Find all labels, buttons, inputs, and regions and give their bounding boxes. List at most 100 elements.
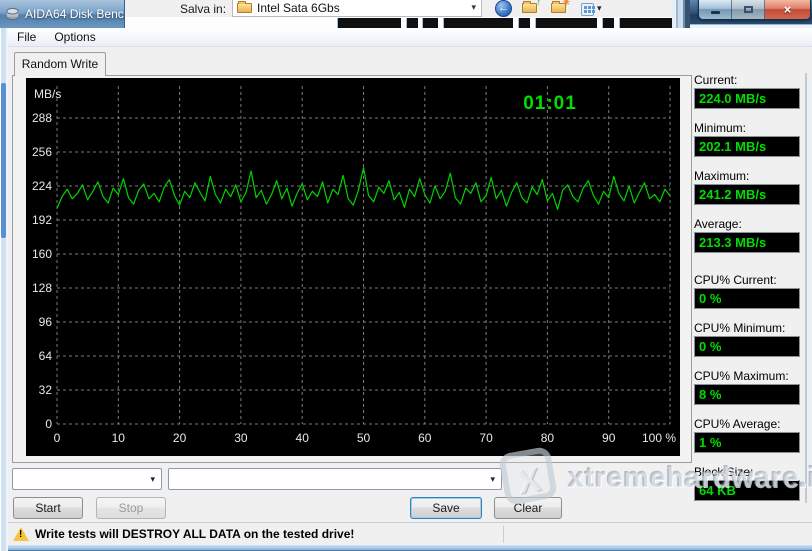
chevron-down-icon: ▾ [150,474,155,484]
back-icon[interactable]: ← [495,0,512,17]
stat-value: 224.0 MB/s [694,88,800,109]
y-axis-unit: MB/s [34,87,61,101]
x-tick-label: 70 [479,431,493,445]
file-thumbnail [406,18,418,28]
stat-value: 241.2 MB/s [694,184,800,205]
up-arrow-overlay: ↑ [536,0,542,7]
views-caret-icon[interactable]: ▾ [597,3,602,14]
stat-block-size: Block Size: 64 KB [694,465,800,501]
window-right-edge [805,73,807,503]
menu-file[interactable]: File [8,28,45,46]
x-tick-label: 100 % [642,431,676,445]
stat-value: 0 % [694,336,800,357]
y-tick-label: 192 [32,213,52,227]
chevron-down-icon[interactable]: ▾ [471,2,476,13]
stat-label: Minimum: [694,121,747,135]
clear-button[interactable]: Clear [494,497,562,519]
screenshot-root: AIDA64 Disk Bench Salva in: Intel Sata 6… [0,0,812,551]
x-tick-label: 50 [357,431,371,445]
stat-value: 8 % [694,384,800,405]
save-location-value: Intel Sata 6Gbs [257,1,340,15]
warning-icon [13,527,29,541]
up-one-level-icon[interactable]: ↑ [522,0,541,13]
stats-panel: Current: 224.0 MB/s Minimum: 202.1 MB/s Maxi… [694,28,806,508]
y-tick-label: 64 [39,349,53,363]
x-tick-label: 0 [54,431,61,445]
stat-cpu-maximum: CPU% Maximum: 8 % [694,369,800,405]
views-menu-icon[interactable] [581,3,594,16]
aida64-disk-benchmark-window: File Options Random Write MB/s 288 256 224 1… [8,28,812,551]
x-tick-label: 80 [541,431,555,445]
disk-icon [6,7,19,21]
elapsed-time: 01:01 [523,93,577,114]
chart-canvas: MB/s 288 256 224 192 160 128 96 64 32 00 10 20 30 40 50… [32,86,676,445]
x-tick-label: 60 [418,431,432,445]
scrollbar-fragment[interactable] [1,83,6,238]
stat-average: Average: 213.3 MB/s [694,217,800,253]
drive-dropdown[interactable]: Disk Drive #0 [INTEL SSDSC2MH120A2] (111… [168,468,502,490]
y-tick-label: 160 [32,247,52,261]
menu-bar: File Options [8,28,812,47]
minimize-button[interactable] [699,0,732,19]
file-thumbnail [535,18,597,28]
stat-value: 202.1 MB/s [694,136,800,157]
new-folder-icon[interactable]: ✳ [551,0,570,13]
y-tick-label: 0 [45,417,52,431]
status-message: Write tests will DESTROY ALL DATA on the… [35,527,355,541]
file-thumbnail [443,18,513,28]
stat-value: 1 % [694,432,800,453]
save-location-dropdown[interactable]: Intel Sata 6Gbs ▾ [232,0,482,17]
x-tick-label: 30 [234,431,248,445]
stat-value: 213.3 MB/s [694,232,800,253]
stat-minimum: Minimum: 202.1 MB/s [694,121,800,157]
file-thumbnail [602,18,614,28]
file-list-fragment [125,17,776,28]
benchmark-chart: MB/s 288 256 224 192 160 128 96 64 32 0 0 10 20 30 40 50… [26,78,680,456]
save-button[interactable]: Save [410,497,482,519]
maximize-icon [743,6,753,13]
close-button[interactable]: × [765,0,810,19]
folder-icon [522,1,537,13]
stop-button: Stop [96,497,166,519]
save-in-label: Salva in: [180,2,227,16]
file-thumbnail [337,18,401,28]
window-title: AIDA64 Disk Bench [25,7,124,21]
maximize-button[interactable] [732,0,765,19]
save-dialog-fragment: Salva in: Intel Sata 6Gbs ▾ ← ↑ ✳ ▾ [125,0,776,28]
file-thumbnail [518,18,530,28]
minimize-icon [710,11,720,14]
y-tick-label: 32 [39,383,53,397]
file-thumbnail [619,18,677,28]
menu-options[interactable]: Options [45,28,104,46]
test-type-dropdown[interactable]: Random Write ▾ [12,468,162,490]
tab-random-write[interactable]: Random Write [14,52,106,76]
chevron-down-icon: ▾ [490,474,495,484]
stat-label: Block Size: [694,465,754,479]
x-tick-label: 10 [112,431,126,445]
background-window-titlebar: AIDA64 Disk Bench [0,0,125,28]
status-separator [503,526,504,543]
stat-label: CPU% Maximum: [694,369,789,383]
stat-label: Average: [694,217,742,231]
file-thumbnail [422,18,438,28]
status-bar: Write tests will DESTROY ALL DATA on the… [8,522,812,545]
stat-label: Current: [694,73,738,87]
y-tick-label: 128 [32,281,52,295]
x-tick-label: 90 [602,431,616,445]
start-button[interactable]: Start [13,497,83,519]
stat-cpu-average: CPU% Average: 1 % [694,417,800,453]
window-bottom-border [8,545,812,551]
y-tick-label: 256 [32,145,52,159]
stat-label: CPU% Minimum: [694,321,786,335]
y-tick-label: 96 [39,315,53,329]
stat-label: CPU% Current: [694,273,777,287]
dialog-titlebar-fragment: × [690,0,812,28]
stat-cpu-minimum: CPU% Minimum: 0 % [694,321,800,357]
folder-icon [237,1,252,13]
stat-value: 0 % [694,288,800,309]
x-tick-label: 40 [296,431,310,445]
stat-value: 64 KB [694,480,800,501]
window-border-strips [672,0,690,28]
stat-cpu-current: CPU% Current: 0 % [694,273,800,309]
stat-maximum: Maximum: 241.2 MB/s [694,169,800,205]
